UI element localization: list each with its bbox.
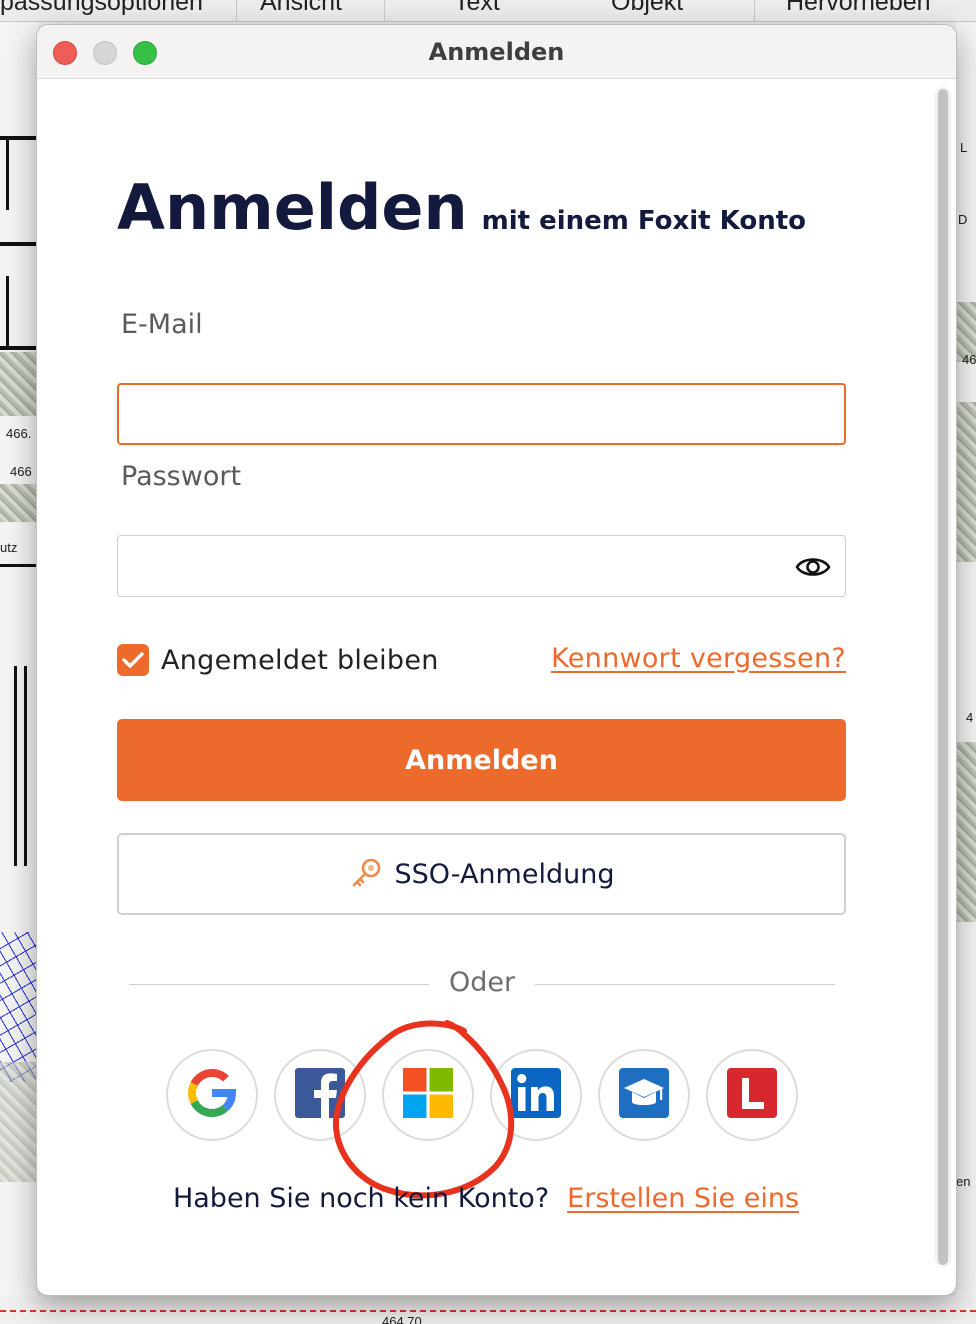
sso-login-label: SSO-Anmeldung xyxy=(394,858,615,890)
sign-in-button[interactable]: Anmelden xyxy=(117,719,846,801)
show-password-eye-icon[interactable] xyxy=(795,553,831,581)
facebook-icon xyxy=(295,1068,345,1122)
remember-me-checkbox[interactable]: Angemeldet bleiben xyxy=(117,643,439,677)
divider-right xyxy=(535,984,835,985)
title-bar: Anmelden xyxy=(37,25,956,79)
linkedin-icon xyxy=(511,1068,561,1122)
bg-tab-anpassungsoptionen[interactable]: passungsoptionen xyxy=(0,0,203,17)
bg-tab-hervorheben[interactable]: Hervorheben xyxy=(786,0,931,17)
google-icon xyxy=(186,1067,238,1123)
microsoft-icon xyxy=(403,1068,453,1122)
forgot-password-link[interactable]: Kennwort vergessen? xyxy=(551,643,846,674)
page-title-subtitle: mit einem Foxit Konto xyxy=(481,206,807,236)
background-red-dashed-line xyxy=(0,1310,976,1312)
scrollbar-thumb[interactable] xyxy=(938,89,948,1265)
checkbox-checked-icon[interactable] xyxy=(117,644,149,676)
no-account-text: Haben Sie noch kein Konto? xyxy=(172,1183,550,1214)
page-title-main: Anmelden xyxy=(117,171,468,244)
graduation-cap-icon xyxy=(619,1068,669,1122)
window-title: Anmelden xyxy=(428,38,565,66)
or-separator: Oder xyxy=(448,967,516,998)
key-icon xyxy=(349,856,383,893)
vertical-scrollbar[interactable] xyxy=(935,87,951,1267)
background-document-left: 466. 466 utz xyxy=(0,22,38,1324)
bg-tab-text[interactable]: Text xyxy=(454,0,500,17)
login-form: Anmelden mit einem Foxit Konto E-Mail Pas… xyxy=(37,79,935,1295)
page-title: Anmelden mit einem Foxit Konto xyxy=(117,171,806,244)
google-login-button[interactable] xyxy=(166,1049,258,1141)
background-toolbar: passungsoptionen Ansicht Text Objekt Her… xyxy=(0,0,976,22)
create-account-link[interactable]: Erstellen Sie eins xyxy=(567,1183,799,1214)
l-icon xyxy=(727,1068,777,1122)
education-login-button[interactable] xyxy=(598,1049,690,1141)
background-document-right: L D 46 4 en xyxy=(956,22,976,1324)
email-field[interactable] xyxy=(117,383,846,445)
bg-tab-ansicht[interactable]: Ansicht xyxy=(260,0,342,17)
signup-prompt: Haben Sie noch kein Konto? Erstellen Sie … xyxy=(37,1183,935,1214)
login-window: Anmelden Anmelden mit einem Foxit Konto E… xyxy=(36,24,957,1296)
divider-left xyxy=(129,984,429,985)
facebook-login-button[interactable] xyxy=(274,1049,366,1141)
email-label: E-Mail xyxy=(121,309,203,340)
password-field[interactable] xyxy=(117,535,846,597)
l-login-button[interactable] xyxy=(706,1049,798,1141)
sso-login-button[interactable]: SSO-Anmeldung xyxy=(117,833,846,915)
microsoft-login-button[interactable] xyxy=(382,1049,474,1141)
linkedin-login-button[interactable] xyxy=(490,1049,582,1141)
bg-tab-objekt[interactable]: Objekt xyxy=(611,0,683,17)
remember-me-label: Angemeldet bleiben xyxy=(161,644,439,676)
password-label: Passwort xyxy=(121,461,242,492)
